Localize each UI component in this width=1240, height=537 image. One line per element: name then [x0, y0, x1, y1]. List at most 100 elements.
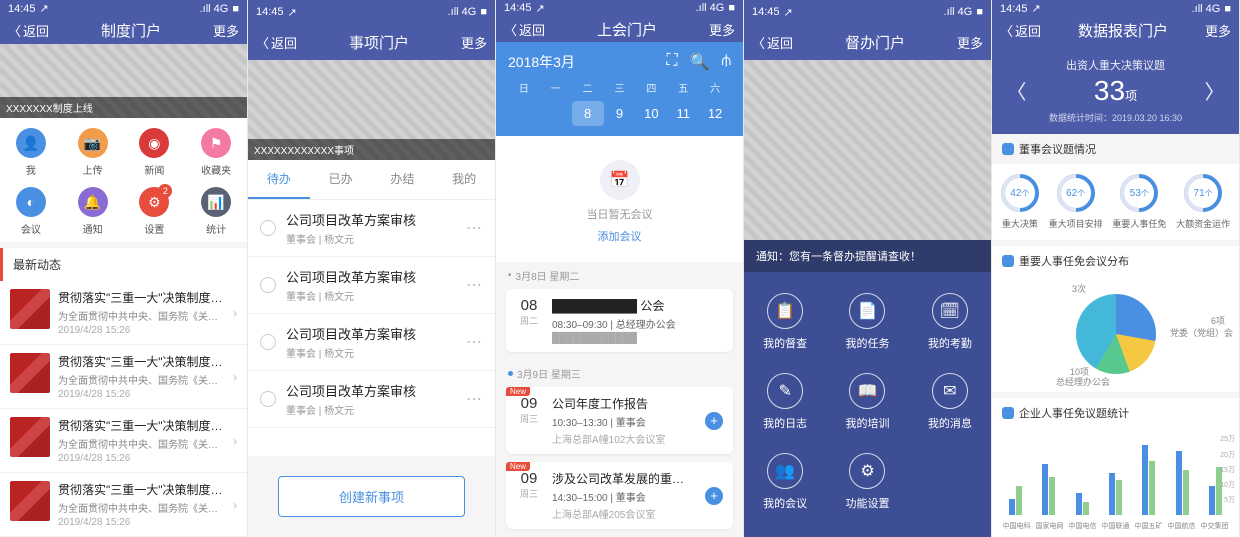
more-button[interactable]: 更多 [957, 33, 983, 52]
back-button[interactable]: 〈返回 [1000, 21, 1041, 40]
hero-banner[interactable]: XXXXXXX制度上线 [0, 44, 247, 118]
shortcut-grid: 👤我📷上传◉新闻⚑收藏夹 ◐会议🔔通知⚙2设置📊统计 [0, 118, 247, 242]
news-item[interactable]: 贯彻落实"三重一大"决策制度…为全面贯彻中共中央、国务院《关于进…2019/4/… [0, 345, 247, 409]
menu-我的任务[interactable]: 📄我的任务 [845, 293, 889, 351]
shortcut-设置[interactable]: ⚙2设置 [124, 187, 186, 236]
news-item[interactable]: 贯彻落实"三重一大"决策制度…为全面贯彻中共中央、国务院《关于进…2019/4/… [0, 281, 247, 345]
shortcut-上传[interactable]: 📷上传 [62, 128, 124, 177]
chevron-left-icon: 〈 [8, 21, 21, 40]
shortcut-会议[interactable]: ◐会议 [0, 187, 62, 236]
screen-meeting-portal: 14:45↗.ıll 4G■ 〈返回 上会门户 更多 2018年3月 ⛶ 🔍 ⫛… [496, 0, 744, 537]
shortcut-icon: 🔔 [78, 187, 108, 217]
nav-bar: 〈返回 制度门户 更多 [0, 18, 247, 45]
gauge-row: 42个重大决策 62个重大项目安排53个重要人事任免71个大额资金运作 [992, 164, 1239, 240]
chevron-right-icon: › [233, 498, 237, 512]
menu-我的消息[interactable]: ✉我的消息 [928, 373, 972, 431]
more-button[interactable]: 更多 [461, 33, 487, 52]
menu-我的日志[interactable]: ✎我的日志 [763, 373, 807, 431]
pie-chart: 3次6项党委（党组）会10项总经理办公会 [992, 276, 1239, 392]
shortcut-新闻[interactable]: ◉新闻 [124, 128, 186, 177]
more-icon[interactable]: ⋯ [466, 332, 483, 352]
menu-功能设置[interactable]: ⚙功能设置 [845, 453, 889, 511]
menu-我的督查[interactable]: 📋我的督查 [763, 293, 807, 351]
radio-icon[interactable] [260, 220, 276, 236]
task-item[interactable]: 公司项目改革方案审核董事会 | 杨文元⋯ [248, 200, 495, 257]
calendar-day[interactable]: 11 [667, 101, 699, 126]
notice-bar[interactable]: 通知：您有一条督办提醒请查收！ [744, 240, 991, 272]
location-icon: ↗ [40, 2, 49, 15]
more-button[interactable]: 更多 [213, 21, 239, 40]
add-icon[interactable]: + [705, 412, 723, 430]
date-separator: 3月9日 星期三 [496, 360, 743, 387]
add-meeting-link[interactable]: 添加会议 [598, 228, 642, 244]
shortcut-icon: 📷 [78, 128, 108, 158]
menu-我的考勤[interactable]: 🗓我的考勤 [928, 293, 972, 351]
news-item[interactable]: 贯彻落实"三重一大"决策制度…为全面贯彻中共中央、国务院《关于进…2019/4/… [0, 409, 247, 473]
create-matter-button[interactable]: 创建新事项 [278, 476, 465, 517]
shortcut-我[interactable]: 👤我 [0, 128, 62, 177]
gauge-重要人事任免[interactable]: 53个重要人事任免 [1112, 174, 1166, 230]
day-row: 89101112 [508, 101, 731, 136]
hero-banner[interactable]: XXXXXXXXXXXX事项 [248, 60, 495, 160]
menu-我的培训[interactable]: 📖我的培训 [845, 373, 889, 431]
tab-已办[interactable]: 已办 [310, 160, 372, 199]
page-title: 上会门户 [597, 19, 657, 40]
menu-我的会议[interactable]: 👥我的会议 [763, 453, 807, 511]
more-icon[interactable]: ⋯ [466, 218, 483, 238]
back-button[interactable]: 〈返回 [256, 33, 297, 52]
radio-icon[interactable] [260, 277, 276, 293]
calendar-day[interactable]: 8 [572, 101, 604, 126]
page-title: 督办门户 [845, 32, 905, 53]
more-icon[interactable]: ⋯ [466, 389, 483, 409]
chevron-right-icon[interactable]: 〉 [1199, 76, 1231, 105]
more-button[interactable]: 更多 [1205, 21, 1231, 40]
tab-办结[interactable]: 办结 [372, 160, 434, 199]
task-item[interactable]: 公司项目改革方案审核董事会 | 杨文元⋯ [248, 371, 495, 428]
meeting-card[interactable]: New 09周三 公司年度工作报告10:30–13:30 | 董事会上海总部A幢… [506, 387, 733, 454]
section-header: 企业人事任免议题统计 [992, 398, 1239, 428]
empty-state: 📅 当日暂无会议 添加会议 [496, 136, 743, 262]
gauge-重大项目安排[interactable]: 62个重大项目安排 [1049, 174, 1103, 230]
chevron-right-icon: › [233, 434, 237, 448]
gauge-大额资金运作[interactable]: 71个大额资金运作 [1176, 174, 1230, 230]
news-item[interactable]: 贯彻落实"三重一大"决策制度…为全面贯彻中共中央、国务院《关于进…2019/4/… [0, 473, 247, 537]
supervision-grid: 📋我的督查 📄我的任务 🗓我的考勤 ✎我的日志 📖我的培训 ✉我的消息 👥我的会议 ⚙功能设置 [744, 272, 991, 537]
back-button[interactable]: 〈返回 [8, 21, 49, 40]
bar-chart: 25万20万15万10万5万 [992, 428, 1239, 519]
calendar-day[interactable] [540, 101, 572, 126]
calendar-day[interactable]: 12 [699, 101, 731, 126]
tab-待办[interactable]: 待办 [248, 160, 310, 199]
more-button[interactable]: 更多 [709, 20, 735, 39]
scan-icon[interactable]: ⛶ [666, 52, 677, 72]
calendar-month[interactable]: 2018年3月 [508, 52, 575, 72]
meeting-card[interactable]: New 09周三 涉及公司改革发展的重要管理…14:30–15:00 | 董事会… [506, 462, 733, 529]
more-icon[interactable]: ⋯ [466, 275, 483, 295]
shortcut-icon: ⚙2 [139, 187, 169, 217]
report-count: 33项 [1049, 75, 1182, 107]
chevron-left-icon[interactable]: 〈 [1000, 76, 1032, 105]
radio-icon[interactable] [260, 391, 276, 407]
tab-我的[interactable]: 我的 [433, 160, 495, 199]
add-icon[interactable]: + [705, 487, 723, 505]
back-button[interactable]: 〈返回 [752, 33, 793, 52]
badge: 2 [158, 184, 172, 198]
search-icon[interactable]: 🔍 [690, 52, 710, 72]
calendar-day[interactable]: 10 [635, 101, 667, 126]
new-badge: New [506, 387, 530, 396]
calendar-day[interactable] [508, 101, 540, 126]
filter-icon[interactable]: ⫛ [721, 52, 731, 72]
meeting-card[interactable]: 08周二 ██████████ 公会08:30–09:30 | 总经理办公会██… [506, 289, 733, 352]
calendar-day[interactable]: 9 [604, 101, 636, 126]
shortcut-统计[interactable]: 📊统计 [185, 187, 247, 236]
menu-icon: ⚙ [849, 453, 885, 489]
task-list: 公司项目改革方案审核董事会 | 杨文元⋯公司项目改革方案审核董事会 | 杨文元⋯… [248, 200, 495, 456]
shortcut-通知[interactable]: 🔔通知 [62, 187, 124, 236]
menu-icon: 👥 [767, 453, 803, 489]
task-item[interactable]: 公司项目改革方案审核董事会 | 杨文元⋯ [248, 257, 495, 314]
back-button[interactable]: 〈返回 [504, 20, 545, 39]
radio-icon[interactable] [260, 334, 276, 350]
task-item[interactable]: 公司项目改革方案审核董事会 | 杨文元⋯ [248, 314, 495, 371]
gauge-重大决策[interactable]: 42个重大决策 [1001, 174, 1039, 230]
shortcut-收藏夹[interactable]: ⚑收藏夹 [185, 128, 247, 177]
hero-caption: XXXXXXX制度上线 [0, 97, 247, 118]
